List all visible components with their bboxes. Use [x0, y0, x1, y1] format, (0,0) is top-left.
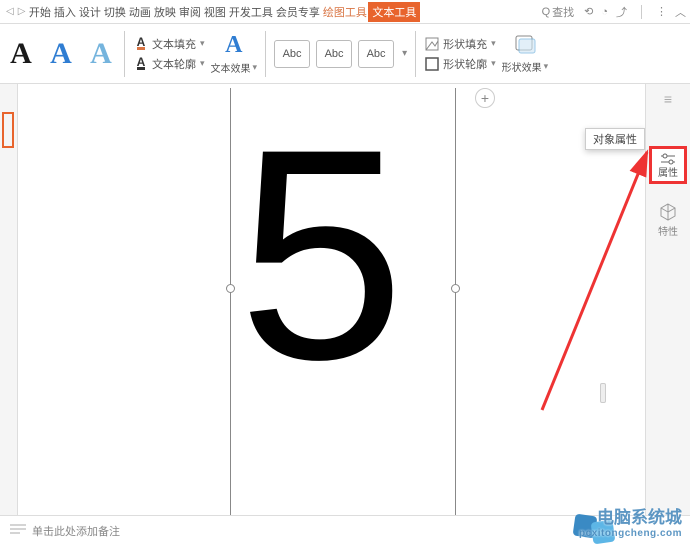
- ribbon-divider: [265, 31, 266, 77]
- dropdown-icon: ▾: [253, 62, 258, 73]
- menu-drawing-tools[interactable]: 绘图工具: [321, 4, 368, 20]
- search-area[interactable]: Q 查找: [542, 4, 575, 20]
- text-effect-button[interactable]: A 文本效果 ▾: [211, 32, 258, 75]
- dropdown-icon: ▾: [200, 58, 205, 69]
- menu-developer[interactable]: 开发工具: [227, 4, 274, 20]
- text-fill-icon: A: [133, 36, 149, 52]
- dropdown-icon: ▾: [200, 38, 205, 49]
- menu-view[interactable]: 视图: [202, 4, 227, 20]
- text-effect-label: 文本效果: [211, 60, 251, 75]
- cloud-icon[interactable]: ◔: [601, 6, 608, 18]
- object-properties-tooltip: 对象属性: [585, 128, 645, 150]
- shape-outline-button[interactable]: 形状轮廓 ▾: [424, 56, 496, 72]
- dropdown-icon: ▾: [491, 58, 496, 69]
- slide-canvas[interactable]: 5 + 对象属性: [18, 84, 645, 515]
- notes-placeholder[interactable]: 单击此处添加备注: [32, 523, 120, 539]
- sliders-icon: [659, 152, 677, 164]
- shape-fill-icon: [424, 36, 440, 52]
- wordart-style-gallery[interactable]: A A A: [6, 34, 116, 74]
- menu-insert[interactable]: 插入: [52, 4, 77, 20]
- text-outline-icon: A: [133, 56, 149, 72]
- notes-icon[interactable]: [10, 523, 26, 538]
- menu-slideshow[interactable]: 放映: [152, 4, 177, 20]
- slide-text-content[interactable]: 5: [238, 104, 405, 404]
- right-sidebar: ≡ 属性 特性: [645, 84, 690, 515]
- shape-fill-button[interactable]: 形状填充 ▾: [424, 36, 496, 52]
- cube-icon: [658, 202, 678, 222]
- properties-label: 属性: [658, 164, 678, 179]
- shape-fill-label: 形状填充: [443, 36, 487, 52]
- text-effect-icon: A: [225, 32, 242, 59]
- shape-style-more-icon[interactable]: ▾: [402, 48, 407, 59]
- menu-review[interactable]: 审阅: [177, 4, 202, 20]
- resize-handle-left[interactable]: [226, 284, 235, 293]
- wordart-style-3[interactable]: A: [86, 34, 116, 74]
- shape-effect-button[interactable]: 形状效果 ▾: [502, 33, 549, 74]
- cloud-sync-icon[interactable]: ⟲: [584, 5, 593, 18]
- add-element-button[interactable]: +: [475, 88, 495, 108]
- textbox-border-left: [230, 88, 231, 515]
- sidebar-menu-icon[interactable]: ≡: [657, 92, 679, 106]
- ribbon-divider: [124, 31, 125, 77]
- divider: [641, 5, 642, 19]
- search-label: 查找: [552, 4, 574, 20]
- plus-icon: +: [481, 90, 489, 106]
- shape-outline-label: 形状轮廓: [443, 56, 487, 72]
- properties-panel-button[interactable]: 属性: [649, 146, 687, 184]
- shape-style-3[interactable]: Abc: [358, 40, 394, 68]
- menu-start[interactable]: 开始: [27, 4, 52, 20]
- wordart-style-2[interactable]: A: [46, 34, 76, 74]
- text-fill-button[interactable]: A 文本填充 ▾: [133, 36, 205, 52]
- menu-animation[interactable]: 动画: [127, 4, 152, 20]
- text-outline-label: 文本轮廓: [152, 56, 196, 72]
- shape-style-1[interactable]: Abc: [274, 40, 310, 68]
- nav-back-icon[interactable]: ◁: [6, 6, 14, 17]
- shape-effect-label: 形状效果: [502, 59, 542, 74]
- search-icon: Q: [542, 6, 551, 18]
- features-label: 特性: [658, 223, 678, 238]
- slide-thumbnail-1[interactable]: [2, 112, 14, 148]
- collapse-ribbon-icon[interactable]: ︿: [675, 4, 686, 20]
- shape-effect-icon: [512, 33, 538, 58]
- menu-switch[interactable]: 切换: [102, 4, 127, 20]
- share-icon[interactable]: ⤴: [616, 4, 627, 20]
- text-fill-label: 文本填充: [152, 36, 196, 52]
- menu-vip[interactable]: 会员专享: [274, 4, 321, 20]
- more-icon[interactable]: ⋮: [656, 5, 667, 18]
- ribbon: A A A A 文本填充 ▾ A 文本轮廓 ▾ A 文本效果 ▾ Abc Abc…: [0, 24, 690, 84]
- wordart-style-1[interactable]: A: [6, 34, 36, 74]
- features-panel-button[interactable]: 特性: [658, 202, 678, 238]
- dropdown-icon: ▾: [544, 61, 549, 72]
- footer-bar: 单击此处添加备注: [0, 515, 690, 545]
- resize-handle-right[interactable]: [451, 284, 460, 293]
- shape-style-2[interactable]: Abc: [316, 40, 352, 68]
- slide-thumbnail-panel[interactable]: [0, 84, 18, 515]
- textbox-border-right: [455, 88, 456, 515]
- dropdown-icon: ▾: [491, 38, 496, 49]
- scrollbar-marker[interactable]: [600, 383, 606, 403]
- text-outline-button[interactable]: A 文本轮廓 ▾: [133, 56, 205, 72]
- shape-outline-icon: [424, 56, 440, 72]
- menu-design[interactable]: 设计: [77, 4, 102, 20]
- nav-fwd-icon[interactable]: ▷: [18, 6, 26, 17]
- shape-style-gallery[interactable]: Abc Abc Abc ▾: [274, 40, 407, 68]
- ribbon-divider: [415, 31, 416, 77]
- workspace: 5 + 对象属性: [0, 84, 645, 515]
- menu-bar: ◁ ▷ 开始 插入 设计 切换 动画 放映 审阅 视图 开发工具 会员专享 绘图…: [0, 0, 690, 24]
- menu-text-tool[interactable]: 文本工具: [368, 2, 420, 22]
